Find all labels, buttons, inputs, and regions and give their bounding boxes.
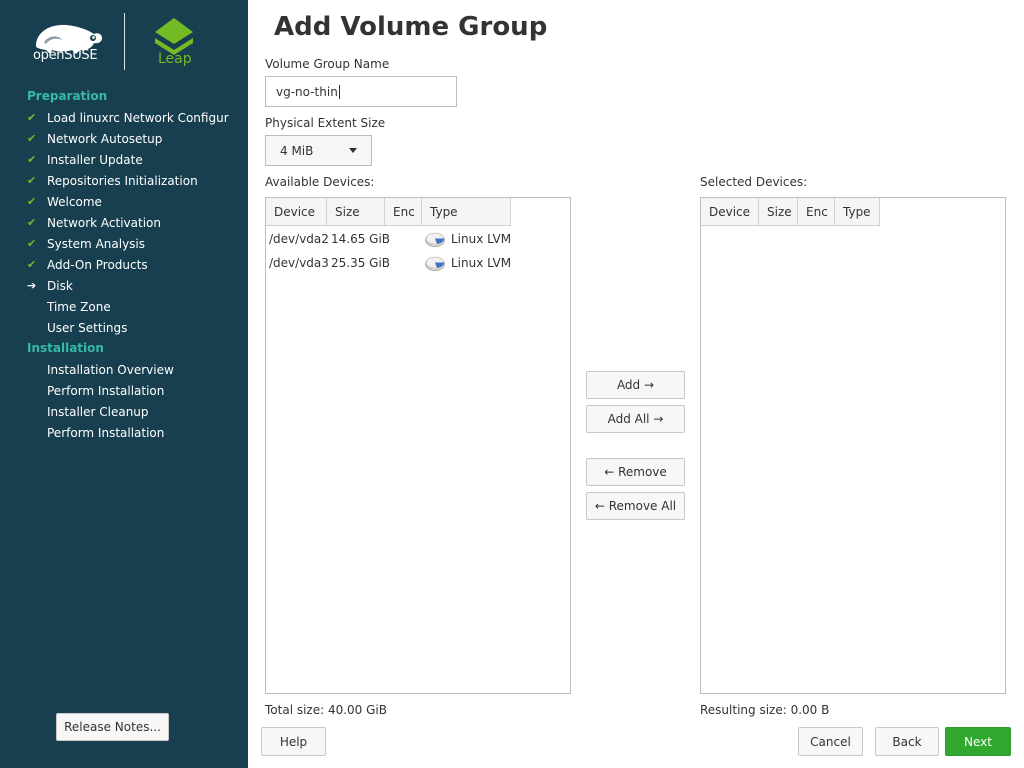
type-label: Linux LVM [451,256,512,270]
check-icon: ✔ [27,174,37,187]
column-header-enc[interactable]: Enc [385,198,422,226]
column-header-type[interactable]: Type [835,198,880,226]
total-size-label: Total size: 40.00 GiB [265,703,387,717]
step-load-linuxrc: ✔ Load linuxrc Network Configur [27,107,242,128]
step-label: Add-On Products [47,257,148,272]
vg-name-label: Volume Group Name [265,57,390,71]
table-header: Device Size Enc Type [701,198,880,226]
step-add-on-products: ✔ Add-On Products [27,254,242,275]
step-repositories-init: ✔ Repositories Initialization [27,170,242,191]
step-label: System Analysis [47,236,146,251]
column-header-size[interactable]: Size [759,198,798,226]
page-title: Add Volume Group [274,12,548,42]
step-label: Repositories Initialization [47,173,198,188]
column-header-device[interactable]: Device [266,198,327,226]
section-installation: Installation [27,341,104,355]
step-installer-update: ✔ Installer Update [27,149,242,170]
cell-device: /dev/vda2 [269,232,329,246]
available-devices-label: Available Devices: [265,175,375,189]
sidebar: openSUSE Leap Preparation ✔ Load linuxrc … [0,0,248,768]
disk-icon [425,232,445,247]
cell-type: Linux LVM [422,232,511,247]
section-preparation: Preparation [27,89,108,103]
table-row[interactable]: /dev/vda3 25.35 GiB Linux LVM [266,251,511,275]
check-icon: ✔ [27,216,37,229]
step-label: Installation Overview [47,362,174,377]
disk-icon [425,256,445,271]
remove-all-button[interactable]: ← Remove All [586,492,685,520]
check-icon: ✔ [27,132,37,145]
cell-size: 14.65 GiB [331,232,391,246]
check-icon: ✔ [27,195,37,208]
remove-button[interactable]: ← Remove [586,458,685,486]
release-notes-button[interactable]: Release Notes... [56,713,169,741]
arrow-right-icon: ➔ [27,279,37,292]
table-header: Device Size Enc Type [266,198,511,226]
step-network-activation: ✔ Network Activation [27,212,242,233]
check-icon: ✔ [27,153,37,166]
step-label: Network Autosetup [47,131,163,146]
selected-devices-table[interactable]: Device Size Enc Type [700,197,1006,694]
selected-devices-label: Selected Devices: [700,175,808,189]
cell-size: 25.35 GiB [331,256,391,270]
logo-area: openSUSE Leap [0,0,248,80]
vg-name-value: vg-no-thin [276,84,338,99]
step-disk: ➔ Disk [27,275,242,296]
step-installer-cleanup: Installer Cleanup [27,401,242,422]
step-label: Installer Update [47,152,143,167]
help-button[interactable]: Help [261,727,326,756]
leap-wordmark: Leap [158,51,192,67]
pe-size-value: 4 MiB [280,143,314,158]
step-time-zone: Time Zone [27,296,242,317]
back-button[interactable]: Back [875,727,939,756]
step-label: Network Activation [47,215,161,230]
cell-device: /dev/vda3 [269,256,329,270]
step-label: User Settings [47,320,128,335]
step-label: Welcome [47,194,102,209]
step-label: Installer Cleanup [47,404,149,419]
check-icon: ✔ [27,111,37,124]
step-perform-installation-2: Perform Installation [27,422,242,443]
column-header-size[interactable]: Size [327,198,385,226]
resulting-size-label: Resulting size: 0.00 B [700,703,830,717]
step-label: Perform Installation [47,383,165,398]
table-row[interactable]: /dev/vda2 14.65 GiB Linux LVM [266,227,511,251]
leap-logo [155,18,193,55]
step-welcome: ✔ Welcome [27,191,242,212]
type-label: Linux LVM [451,232,512,246]
step-label: Load linuxrc Network Configur [47,110,229,125]
cell-type: Linux LVM [422,256,511,271]
pe-size-label: Physical Extent Size [265,116,386,130]
add-button[interactable]: Add → [586,371,685,399]
available-devices-table[interactable]: Device Size Enc Type /dev/vda2 14.65 GiB… [265,197,571,694]
column-header-enc[interactable]: Enc [798,198,835,226]
chevron-down-icon [349,148,357,153]
step-user-settings: User Settings [27,317,242,338]
column-header-device[interactable]: Device [701,198,759,226]
step-network-autosetup: ✔ Network Autosetup [27,128,242,149]
step-installation-overview: Installation Overview [27,359,242,380]
add-all-button[interactable]: Add All → [586,405,685,433]
text-cursor [338,84,340,99]
step-system-analysis: ✔ System Analysis [27,233,242,254]
pe-size-select[interactable]: 4 MiB [265,135,372,166]
logo-divider [124,13,125,70]
check-icon: ✔ [27,237,37,250]
step-perform-installation: Perform Installation [27,380,242,401]
vg-name-input[interactable]: vg-no-thin [265,76,457,107]
step-label: Disk [47,278,73,293]
check-icon: ✔ [27,258,37,271]
step-label: Perform Installation [47,425,165,440]
cancel-button[interactable]: Cancel [798,727,863,756]
opensuse-wordmark: openSUSE [33,48,98,63]
column-header-type[interactable]: Type [422,198,511,226]
next-button[interactable]: Next [945,727,1011,756]
step-label: Time Zone [47,299,111,314]
